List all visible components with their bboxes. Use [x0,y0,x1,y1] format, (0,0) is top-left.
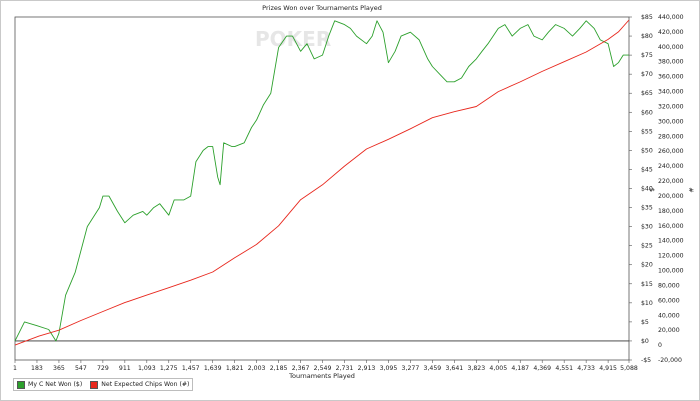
y-right-tick-label: -20,000 [658,357,682,364]
x-tick-label: 3,095 [380,365,398,372]
x-tick-label: 2,731 [336,365,354,372]
x-tick-label: 1,275 [160,365,178,372]
x-tick-label: 3,459 [424,365,442,372]
x-tick-label: 2,185 [270,365,288,372]
y-right-tick-label: 100,000 [658,268,684,275]
chart-title: Prizes Won over Tournaments Played [262,4,382,12]
series-line-net-won [14,20,629,342]
y-left-tick-label: $50 [641,147,653,154]
y-right-tick-label: 360,000 [658,74,684,81]
y-right-tick-label: 80,000 [658,282,680,289]
x-tick-label: 547 [75,365,87,372]
x-tick-label: 5,088 [620,365,638,372]
x-tick-label: 1 [13,365,17,372]
y-right-tick-label: 440,000 [658,14,684,21]
y-left-tick-label: $45 [641,166,653,173]
legend-swatch-expected-chips [90,380,99,389]
y-left-tick-label: $80 [641,33,653,40]
y-right-tick-label: 300,000 [658,118,684,125]
y-right-tick-label: 220,000 [658,178,684,185]
x-tick-label: 1,639 [204,365,222,372]
y-right-tick-label: 60,000 [658,297,680,304]
x-tick-label: 2,549 [314,365,332,372]
y-left-tick-label: $25 [641,243,653,250]
x-tick-label: 1,093 [138,365,156,372]
plot-area [14,16,630,361]
y-left-tick-label: $5 [641,319,649,326]
y-right-tick-label: 20,000 [658,327,680,334]
y-left-tick-label: $35 [641,205,653,212]
x-axis: 1 183 365 547 729 911 1,093 1,275 1,457 1,639 1,82… [13,360,638,372]
legend-label-expected-chips: Net Expected Chips Won (#) [101,381,190,388]
y-axis-right: -20,000 0 20,000 40,000 60,000 80,000 100,000 1… [658,14,684,364]
y-right-tick-label: 40,000 [658,312,680,319]
x-tick-label: 4,915 [599,365,617,372]
x-tick-label: 4,551 [555,365,573,372]
y-left-tick-label: $10 [641,300,653,307]
series-line-expected-chips [14,19,630,346]
y-right-tick-label: 340,000 [658,89,684,96]
y-right-tick-label: 120,000 [658,253,684,260]
y-right-tick-label: 280,000 [658,133,684,140]
x-tick-label: 911 [119,365,131,372]
x-tick-label: 2,367 [292,365,310,372]
x-tick-label: 729 [97,365,109,372]
y-left-tick-label: $0 [641,338,649,345]
legend-item-expected-chips: Net Expected Chips Won (#) [90,380,190,389]
y-left-tick-label: $20 [641,262,653,269]
chart: POKER Prizes Won over Tournaments Played… [13,4,695,380]
y-right-tick-label: 160,000 [658,223,684,230]
y-left-tick-label: $60 [641,109,653,116]
x-tick-label: 1,821 [226,365,244,372]
x-tick-label: 4,187 [511,365,529,372]
legend-label-net-won: My C Net Won ($) [28,381,83,388]
y-right-tick-label: 240,000 [658,163,684,170]
y-right-tick-label: 260,000 [658,148,684,155]
x-tick-label: 3,277 [402,365,420,372]
y-right-tick-label: 140,000 [658,238,684,245]
y-right-tick-label: 380,000 [658,59,684,66]
y-axis-right-title: # [687,187,695,192]
y-right-tick-label: 200,000 [658,193,684,200]
y-right-tick-label: 420,000 [658,29,684,36]
x-tick-label: 4,369 [533,365,551,372]
x-tick-label: 4,005 [489,365,507,372]
series-layer [14,19,630,346]
watermark-text: POKER [255,27,331,51]
y-left-tick-label: $55 [641,128,653,135]
legend: My C Net Won ($) Net Expected Chips Won … [13,378,194,391]
x-tick-label: 4,733 [577,365,595,372]
x-tick-label: 1,457 [182,365,200,372]
x-tick-label: 2,003 [248,365,266,372]
y-left-tick-label: $75 [641,52,653,59]
x-tick-label: 2,913 [358,365,376,372]
y-left-tick-label: $70 [641,71,653,78]
y-left-tick-label: $30 [641,224,653,231]
legend-swatch-net-won [17,380,25,389]
y-axis-left-title: $ [648,188,656,192]
x-tick-label: 3,823 [467,365,485,372]
x-tick-label: 3,641 [445,365,463,372]
y-left-tick-label: $85 [641,14,653,21]
y-right-tick-label: 180,000 [658,208,684,215]
x-tick-label: 183 [31,365,43,372]
y-left-tick-label: -$5 [641,357,651,364]
y-right-tick-label: 320,000 [658,103,684,110]
x-axis-title: Tournaments Played [288,372,355,380]
legend-item-net-won: My C Net Won ($) [17,380,83,389]
y-right-tick-label: 0 [658,342,662,349]
y-right-tick-label: 400,000 [658,44,684,51]
y-left-tick-label: $15 [641,281,653,288]
y-left-tick-label: $65 [641,90,653,97]
x-tick-label: 365 [53,365,65,372]
